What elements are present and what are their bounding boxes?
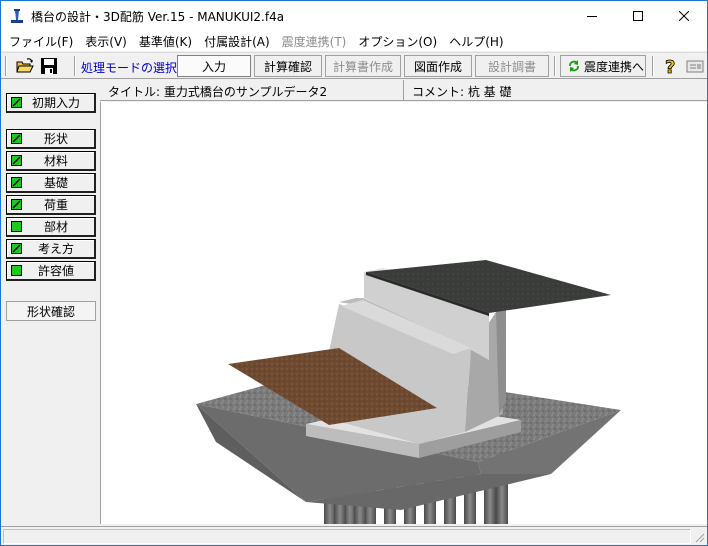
window-title: 橋台の設計・3D配筋 Ver.15 - MANUKUI2.f4a <box>31 9 285 24</box>
toolbar: 処理モードの選択 入力 計算確認 計算書作成 図面作成 設計調書 震度連携へ ? <box>1 52 707 79</box>
seismic-link-button[interactable]: 震度連携へ <box>560 55 646 77</box>
sidebar-item-member[interactable]: 部材 <box>6 217 96 237</box>
menu-help[interactable]: ヘルプ(H) <box>443 33 509 50</box>
shape-check-button[interactable]: 形状確認 <box>6 301 96 321</box>
sidebar-item-approach[interactable]: 考え方 <box>6 239 96 259</box>
calc-report-button: 計算書作成 <box>325 55 401 77</box>
toolbar-separator <box>652 56 654 76</box>
refresh-arrows-icon <box>569 60 579 72</box>
open-file-button[interactable] <box>15 56 35 76</box>
menu-view[interactable]: 表示(V) <box>79 33 133 50</box>
menu-seismic-link: 震度連携(T) <box>281 34 347 49</box>
initial-input-button[interactable]: 初期入力 <box>6 93 96 113</box>
minimize-button[interactable] <box>569 1 615 31</box>
checked-icon <box>11 155 22 166</box>
info-strip: タイトル: 重力式橋台のサンプルデータ2 コメント: 杭 基 礎 <box>100 80 707 101</box>
floppy-disk-icon <box>41 58 57 74</box>
sidebar-item-label: 材料 <box>43 154 68 168</box>
application-window: 橋台の設計・3D配筋 Ver.15 - MANUKUI2.f4a ファイル(F)… <box>0 0 708 546</box>
data-comment: コメント: 杭 基 礎 <box>412 85 512 99</box>
sidebar-item-label: 形状 <box>43 132 68 146</box>
maximize-icon <box>633 11 643 21</box>
close-icon <box>679 11 689 21</box>
checked-icon <box>11 133 22 144</box>
menu-accessory-design[interactable]: 付属設計(A) <box>198 33 276 50</box>
app-icon[interactable] <box>9 8 25 24</box>
minimize-icon <box>587 16 597 17</box>
checked-icon <box>11 199 22 210</box>
menu-standard-values[interactable]: 基準値(K) <box>133 33 198 50</box>
unchecked-icon <box>11 221 22 232</box>
sidebar-item-material[interactable]: 材料 <box>6 151 96 171</box>
sidebar-item-label: 許容値 <box>37 264 74 278</box>
mode-select-label: 処理モードの選択 <box>81 61 178 75</box>
sidebar-item-label: 考え方 <box>37 242 74 256</box>
toolbar-separator <box>554 56 556 76</box>
sidebar-item-foundation[interactable]: 基礎 <box>6 173 96 193</box>
data-title: タイトル: 重力式橋台のサンプルデータ2 <box>108 85 328 99</box>
close-button[interactable] <box>661 1 707 31</box>
checked-icon <box>11 97 22 108</box>
checked-icon <box>11 177 22 188</box>
help-question-icon: ? <box>665 57 676 79</box>
maximize-button[interactable] <box>615 1 661 31</box>
3d-viewport[interactable] <box>100 102 707 524</box>
toolbar-separator <box>5 56 7 76</box>
toolbar-separator <box>74 56 76 76</box>
resize-grip-icon[interactable] <box>693 531 705 543</box>
folder-open-icon <box>16 58 34 73</box>
menu-options[interactable]: オプション(O) <box>352 33 443 50</box>
sidebar-item-label: 基礎 <box>43 176 68 190</box>
card-button[interactable] <box>685 56 705 76</box>
checked-icon <box>11 243 22 254</box>
input-mode-button[interactable]: 入力 <box>177 55 251 77</box>
save-file-button[interactable] <box>39 56 59 76</box>
sidebar-item-label: 荷重 <box>43 198 68 212</box>
status-pane <box>3 529 691 544</box>
abutment-3d-model[interactable] <box>101 102 707 524</box>
menu-bar: ファイル(F) 表示(V) 基準値(K) 付属設計(A) 震度連携(T) オプシ… <box>1 31 707 51</box>
sidebar-item-allowable[interactable]: 許容値 <box>6 261 96 281</box>
sidebar-item-label: 部材 <box>43 220 68 234</box>
calc-check-button[interactable]: 計算確認 <box>254 55 322 77</box>
design-survey-button: 設計調書 <box>475 55 549 77</box>
drawing-create-button[interactable]: 図面作成 <box>404 55 472 77</box>
help-button[interactable]: ? <box>661 56 681 79</box>
title-bar[interactable]: 橋台の設計・3D配筋 Ver.15 - MANUKUI2.f4a <box>1 1 707 31</box>
seismic-link-label: 震度連携へ <box>584 59 645 74</box>
initial-input-label: 初期入力 <box>31 96 80 110</box>
sidebar-item-shape[interactable]: 形状 <box>6 129 96 149</box>
info-divider <box>403 80 404 101</box>
card-icon <box>686 60 704 73</box>
menu-file[interactable]: ファイル(F) <box>3 33 79 50</box>
svg-text:?: ? <box>665 57 675 76</box>
unchecked-icon <box>11 265 22 276</box>
input-sidebar: 初期入力 形状 材料 基礎 荷重 部材 考え方 許容値 形状確認 <box>1 80 99 526</box>
sidebar-item-load[interactable]: 荷重 <box>6 195 96 215</box>
status-bar <box>1 526 707 545</box>
